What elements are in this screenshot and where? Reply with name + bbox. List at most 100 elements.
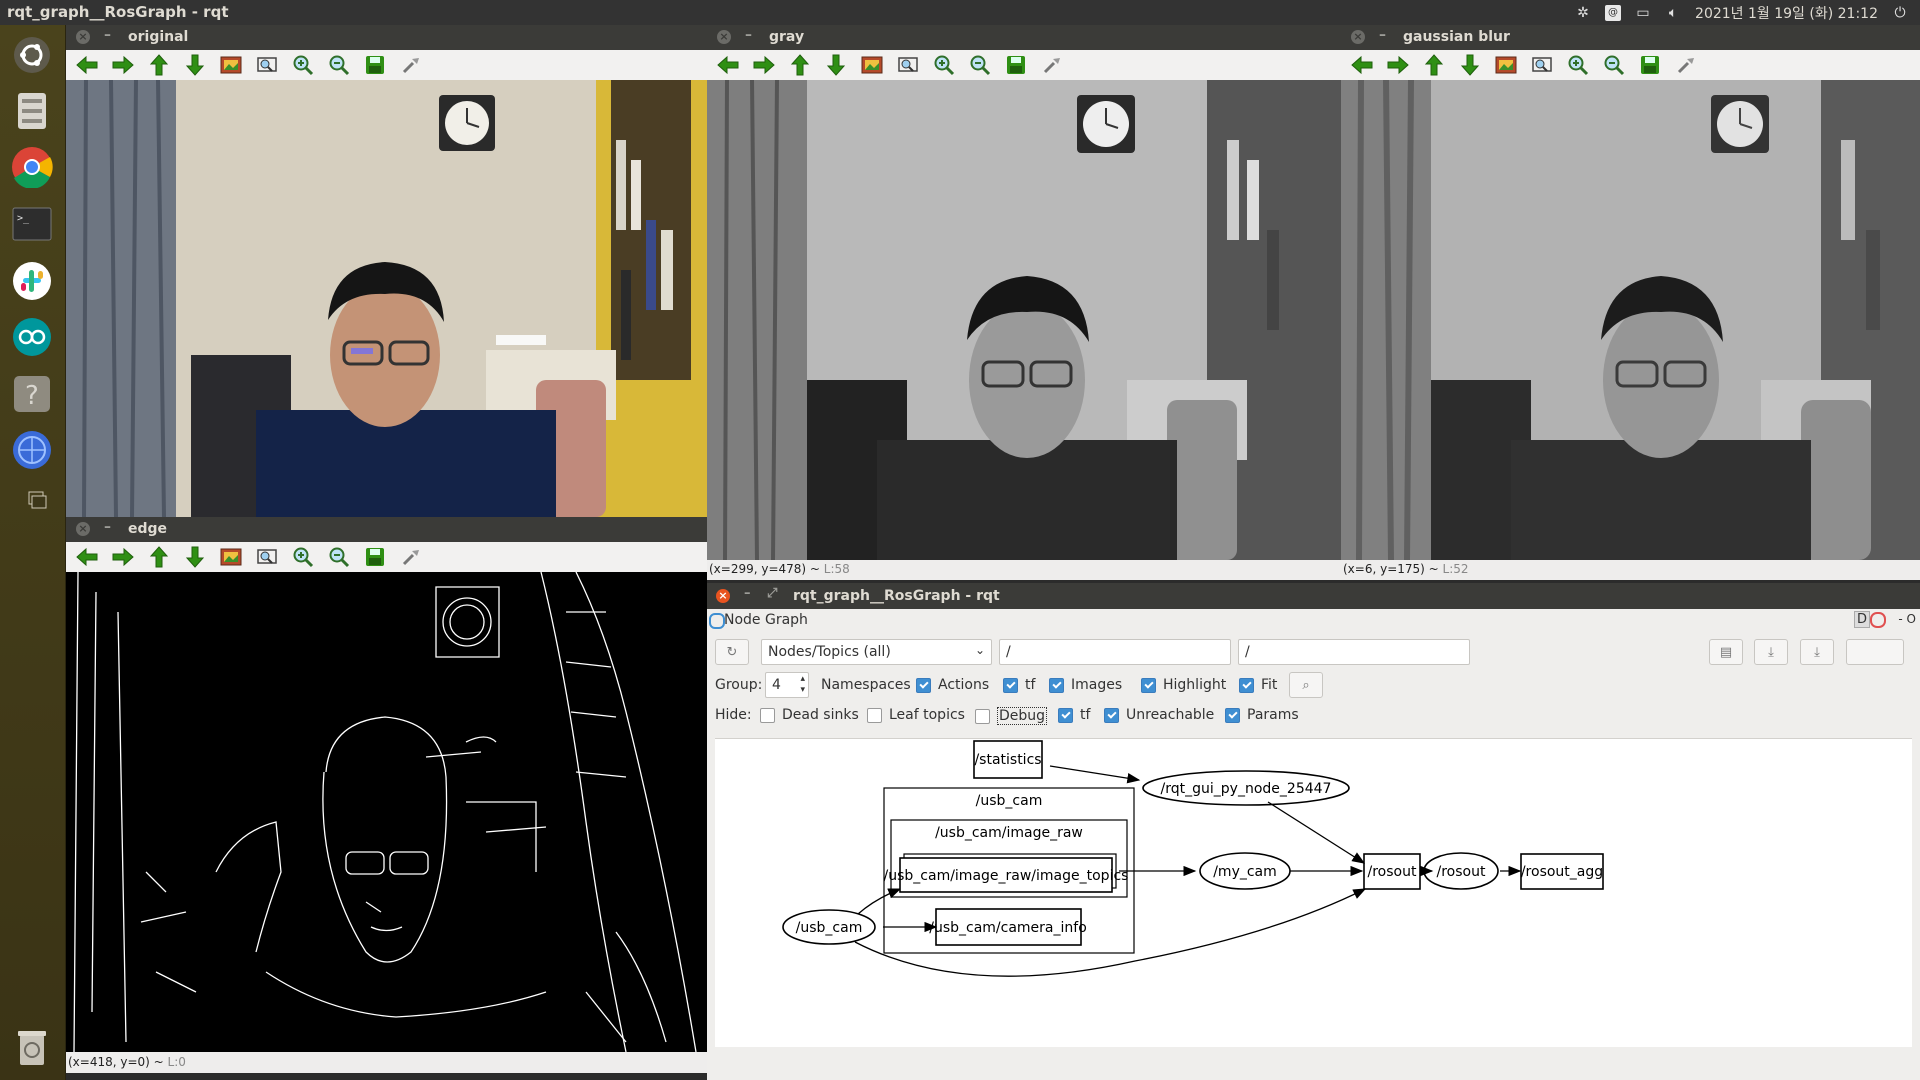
pan-up-icon[interactable] <box>1419 52 1448 78</box>
gaussian-image[interactable] <box>1341 80 1920 560</box>
pan-up-icon[interactable] <box>785 52 814 78</box>
zoom-original-icon[interactable] <box>216 52 245 78</box>
pan-down-icon[interactable] <box>180 52 209 78</box>
plugin-window-controls[interactable]: - O <box>1898 612 1916 626</box>
graph-node-my-cam[interactable]: /my_cam <box>1213 864 1277 880</box>
spin-arrows-icon[interactable]: ▴ ▾ <box>800 674 805 696</box>
pan-right-icon[interactable] <box>1383 52 1412 78</box>
graph-node-statistics[interactable]: /statistics <box>974 752 1041 768</box>
graph-node-rosout-topic[interactable]: /rosout <box>1368 864 1417 880</box>
pan-left-icon[interactable] <box>713 52 742 78</box>
namespaces-checkbox[interactable]: Namespaces <box>821 677 911 693</box>
zoom-out-icon[interactable] <box>324 544 353 570</box>
help-icon[interactable]: ? <box>8 370 56 418</box>
leaf-topics-checkbox[interactable]: Leaf topics <box>867 707 965 723</box>
save-svg-button[interactable]: ⤓ <box>1800 639 1834 665</box>
properties-icon[interactable] <box>396 544 425 570</box>
pan-down-icon[interactable] <box>821 52 850 78</box>
refresh-button[interactable]: ↻ <box>715 639 749 665</box>
zoom-original-icon[interactable] <box>1491 52 1520 78</box>
tf-checkbox[interactable]: tf <box>1003 677 1035 693</box>
volume-icon[interactable]: 🔈︎ <box>1665 5 1681 21</box>
graph-node-rosout-agg[interactable]: /rosout_agg <box>1521 864 1603 880</box>
rqt-titlebar[interactable]: × – ⤢ rqt_graph__RosGraph - rqt <box>707 583 1920 609</box>
window-titlebar[interactable]: × – gray <box>707 25 1341 50</box>
help-plugin-icon[interactable] <box>1870 612 1886 628</box>
close-icon[interactable]: × <box>716 589 730 603</box>
terminal-icon[interactable]: >_ <box>8 200 56 248</box>
fit-view-button[interactable]: ⌕ <box>1289 672 1323 698</box>
chrome-icon[interactable] <box>8 143 56 191</box>
window-titlebar[interactable]: × – original <box>66 25 707 50</box>
zoom-fit-icon[interactable] <box>893 52 922 78</box>
trash-icon[interactable] <box>8 1023 56 1071</box>
pan-up-icon[interactable] <box>144 544 173 570</box>
zoom-fit-icon[interactable] <box>252 52 281 78</box>
unreachable-checkbox[interactable]: Unreachable <box>1104 707 1214 723</box>
fit-checkbox[interactable]: Fit <box>1239 677 1277 693</box>
dead-sinks-checkbox[interactable]: Dead sinks <box>760 707 859 723</box>
debug-badge[interactable]: D <box>1853 611 1870 628</box>
save-icon[interactable] <box>360 544 389 570</box>
minimize-icon[interactable]: – <box>104 27 111 43</box>
pan-left-icon[interactable] <box>72 544 101 570</box>
power-icon[interactable]: ⏻ <box>1892 5 1908 21</box>
close-icon[interactable]: × <box>1351 30 1365 44</box>
properties-icon[interactable] <box>1671 52 1700 78</box>
zoom-original-icon[interactable] <box>216 544 245 570</box>
original-image[interactable] <box>66 80 707 517</box>
display-icon[interactable]: ▭ <box>1635 5 1651 21</box>
maximize-icon[interactable]: ⤢ <box>767 586 777 601</box>
load-dot-button[interactable]: ▤ <box>1709 639 1743 665</box>
properties-icon[interactable] <box>396 52 425 78</box>
minimize-icon[interactable]: – <box>1379 27 1386 43</box>
minimize-icon[interactable]: – <box>745 27 752 43</box>
save-icon[interactable] <box>1001 52 1030 78</box>
zoom-in-icon[interactable] <box>288 52 317 78</box>
save-image-button[interactable] <box>1846 639 1904 665</box>
pan-left-icon[interactable] <box>1347 52 1376 78</box>
debug-checkbox[interactable]: Debug <box>975 707 1048 725</box>
graph-view[interactable]: /statistics /rqt_gui_py_node_25447 /usb_… <box>715 738 1912 1047</box>
group-spinbox[interactable]: 4 ▴ ▾ <box>765 672 809 698</box>
graph-node-usb-cam[interactable]: /usb_cam <box>796 920 863 936</box>
pan-down-icon[interactable] <box>1455 52 1484 78</box>
arduino-icon[interactable] <box>8 313 56 361</box>
save-icon[interactable] <box>360 52 389 78</box>
network-app-icon[interactable] <box>8 426 56 474</box>
close-icon[interactable]: × <box>717 30 731 44</box>
graph-node-image-topics[interactable]: /usb_cam/image_raw/image_topics <box>884 868 1129 884</box>
keyboard-icon[interactable]: @ <box>1605 4 1622 21</box>
graph-cluster-image-raw[interactable]: /usb_cam/image_raw <box>935 825 1083 841</box>
images-checkbox[interactable]: Images <box>1049 677 1122 693</box>
slack-tray-icon[interactable]: ✲ <box>1575 5 1591 21</box>
params-checkbox[interactable]: Params <box>1225 707 1299 723</box>
actions-checkbox[interactable]: Actions <box>916 677 989 693</box>
close-icon[interactable]: × <box>76 30 90 44</box>
properties-icon[interactable] <box>1037 52 1066 78</box>
ubuntu-icon[interactable] <box>8 31 56 79</box>
zoom-in-icon[interactable] <box>929 52 958 78</box>
zoom-original-icon[interactable] <box>857 52 886 78</box>
namespace-filter-input[interactable]: / <box>999 639 1231 665</box>
minimize-icon[interactable]: – <box>104 519 111 535</box>
save-dot-button[interactable]: ⤓ <box>1754 639 1788 665</box>
zoom-in-icon[interactable] <box>288 544 317 570</box>
graph-node-rqt-gui[interactable]: /rqt_gui_py_node_25447 <box>1161 781 1332 797</box>
workspace-icon[interactable] <box>8 485 56 517</box>
pan-left-icon[interactable] <box>72 52 101 78</box>
minimize-icon[interactable]: – <box>744 586 751 601</box>
topic-filter-input[interactable]: / <box>1238 639 1470 665</box>
datetime[interactable]: 2021년 1월 19일 (화) 21:12 <box>1695 3 1878 23</box>
zoom-in-icon[interactable] <box>1563 52 1592 78</box>
slack-icon[interactable] <box>8 257 56 305</box>
window-titlebar[interactable]: × – edge <box>66 517 707 542</box>
zoom-out-icon[interactable] <box>1599 52 1628 78</box>
zoom-fit-icon[interactable] <box>252 544 281 570</box>
zoom-out-icon[interactable] <box>965 52 994 78</box>
zoom-out-icon[interactable] <box>324 52 353 78</box>
pan-down-icon[interactable] <box>180 544 209 570</box>
pan-right-icon[interactable] <box>108 52 137 78</box>
zoom-fit-icon[interactable] <box>1527 52 1556 78</box>
close-icon[interactable]: × <box>76 522 90 536</box>
